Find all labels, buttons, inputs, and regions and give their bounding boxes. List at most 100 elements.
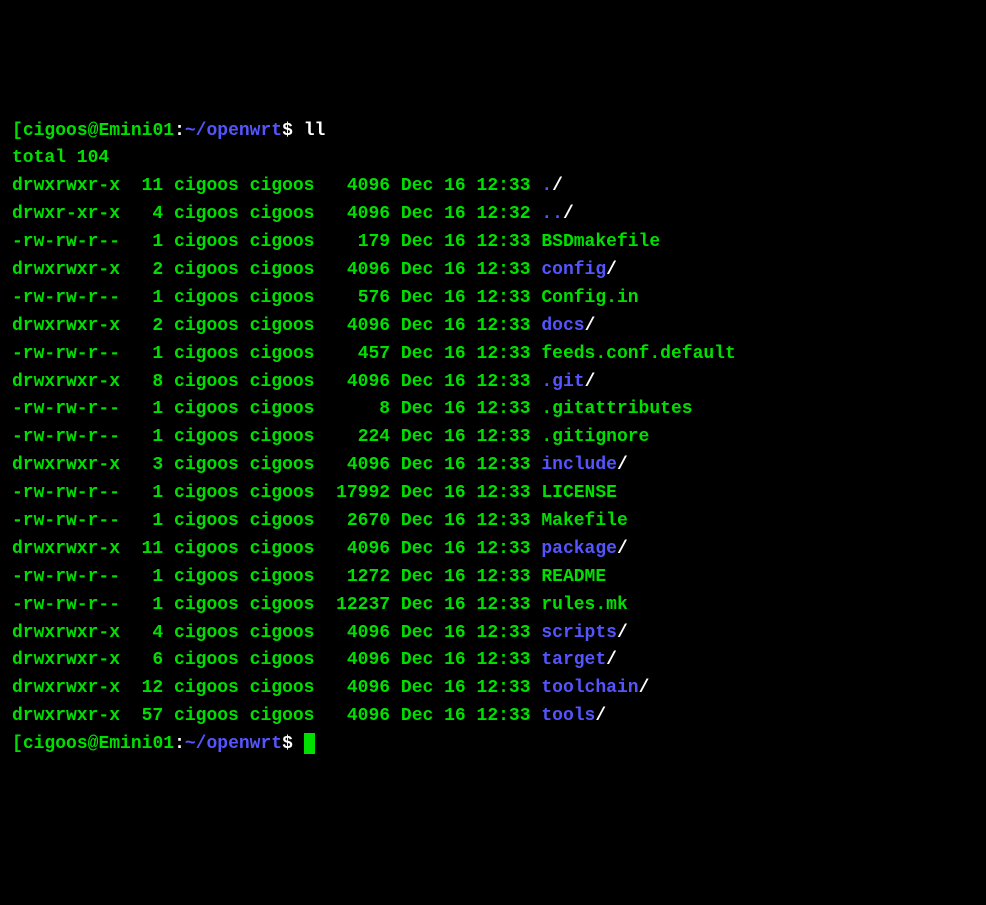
entry-size: 4096 [325,647,390,675]
terminal-output[interactable]: [cigoos@Emini01:~/openwrt$ lltotal 104dr… [12,118,974,759]
listing-row: -rw-rw-r-- 1 cigoos cigoos 457 Dec 16 12… [12,341,974,369]
entry-size: 2670 [325,508,390,536]
entry-permissions: -rw-rw-r-- [12,288,120,308]
entry-owner: cigoos [174,678,239,698]
entry-permissions: drwxrwxr-x [12,623,120,643]
entry-size: 1272 [325,564,390,592]
entry-name: BSDmakefile [541,232,660,252]
entry-size: 224 [325,424,390,452]
entry-owner: cigoos [174,706,239,726]
dir-slash: / [585,316,596,336]
entry-owner: cigoos [174,316,239,336]
dir-slash: / [585,372,596,392]
entry-links: 3 [131,452,163,480]
entry-group: cigoos [250,567,315,587]
entry-links: 1 [131,508,163,536]
entry-size: 457 [325,341,390,369]
entry-permissions: drwxrwxr-x [12,678,120,698]
entry-permissions: drwxrwxr-x [12,260,120,280]
entry-permissions: drwxrwxr-x [12,176,120,196]
entry-owner: cigoos [174,483,239,503]
prompt-host: Emini01 [98,121,174,141]
entry-owner: cigoos [174,399,239,419]
prompt-colon: : [174,121,185,141]
entry-group: cigoos [250,316,315,336]
entry-name: LICENSE [541,483,617,503]
entry-owner: cigoos [174,288,239,308]
entry-name: .git [541,372,584,392]
entry-date: Dec 16 12:32 [401,204,531,224]
entry-permissions: -rw-rw-r-- [12,511,120,531]
entry-date: Dec 16 12:33 [401,399,531,419]
entry-name: Config.in [541,288,638,308]
entry-owner: cigoos [174,344,239,364]
entry-links: 1 [131,424,163,452]
entry-date: Dec 16 12:33 [401,427,531,447]
dir-slash: / [639,678,650,698]
command-text: ll [304,121,326,141]
listing-row: drwxrwxr-x 57 cigoos cigoos 4096 Dec 16 … [12,703,974,731]
entry-name: target [541,650,606,670]
listing-row: -rw-rw-r-- 1 cigoos cigoos 8 Dec 16 12:3… [12,396,974,424]
entry-name: toolchain [541,678,638,698]
entry-size: 4096 [325,173,390,201]
entry-owner: cigoos [174,595,239,615]
entry-links: 6 [131,647,163,675]
listing-row: -rw-rw-r-- 1 cigoos cigoos 17992 Dec 16 … [12,480,974,508]
entry-name: .. [541,204,563,224]
entry-permissions: -rw-rw-r-- [12,483,120,503]
dir-slash: / [617,455,628,475]
entry-links: 1 [131,564,163,592]
entry-permissions: drwxr-xr-x [12,204,120,224]
entry-name: tools [541,706,595,726]
listing-row: drwxr-xr-x 4 cigoos cigoos 4096 Dec 16 1… [12,201,974,229]
entry-owner: cigoos [174,567,239,587]
entry-date: Dec 16 12:33 [401,176,531,196]
entry-size: 4096 [325,257,390,285]
dir-slash: / [606,260,617,280]
entry-size: 179 [325,229,390,257]
entry-permissions: drwxrwxr-x [12,539,120,559]
prompt-line[interactable]: [cigoos@Emini01:~/openwrt$ [12,731,974,759]
listing-row: -rw-rw-r-- 1 cigoos cigoos 1272 Dec 16 1… [12,564,974,592]
prompt-line: [cigoos@Emini01:~/openwrt$ ll [12,118,974,146]
entry-owner: cigoos [174,511,239,531]
entry-permissions: -rw-rw-r-- [12,427,120,447]
entry-name: rules.mk [541,595,627,615]
entry-permissions: -rw-rw-r-- [12,399,120,419]
listing-row: -rw-rw-r-- 1 cigoos cigoos 179 Dec 16 12… [12,229,974,257]
entry-links: 1 [131,341,163,369]
entry-group: cigoos [250,595,315,615]
listing-row: drwxrwxr-x 11 cigoos cigoos 4096 Dec 16 … [12,173,974,201]
entry-date: Dec 16 12:33 [401,455,531,475]
entry-date: Dec 16 12:33 [401,678,531,698]
entry-group: cigoos [250,232,315,252]
prompt-path: ~/openwrt [185,734,282,754]
entry-links: 4 [131,620,163,648]
dir-slash: / [606,650,617,670]
entry-group: cigoos [250,399,315,419]
entry-date: Dec 16 12:33 [401,372,531,392]
listing-row: drwxrwxr-x 11 cigoos cigoos 4096 Dec 16 … [12,536,974,564]
listing-row: drwxrwxr-x 12 cigoos cigoos 4096 Dec 16 … [12,675,974,703]
entry-links: 2 [131,313,163,341]
prompt-colon: : [174,734,185,754]
listing-row: drwxrwxr-x 8 cigoos cigoos 4096 Dec 16 1… [12,369,974,397]
entry-links: 1 [131,229,163,257]
dir-slash: / [617,539,628,559]
entry-name: docs [541,316,584,336]
entry-owner: cigoos [174,204,239,224]
dir-slash: / [552,176,563,196]
entry-name: scripts [541,623,617,643]
entry-group: cigoos [250,678,315,698]
entry-date: Dec 16 12:33 [401,483,531,503]
entry-size: 4096 [325,452,390,480]
entry-permissions: drwxrwxr-x [12,455,120,475]
entry-owner: cigoos [174,455,239,475]
entry-name: Makefile [541,511,627,531]
entry-name: README [541,567,606,587]
entry-permissions: -rw-rw-r-- [12,344,120,364]
entry-owner: cigoos [174,623,239,643]
prompt-user: cigoos [23,121,88,141]
entry-owner: cigoos [174,539,239,559]
